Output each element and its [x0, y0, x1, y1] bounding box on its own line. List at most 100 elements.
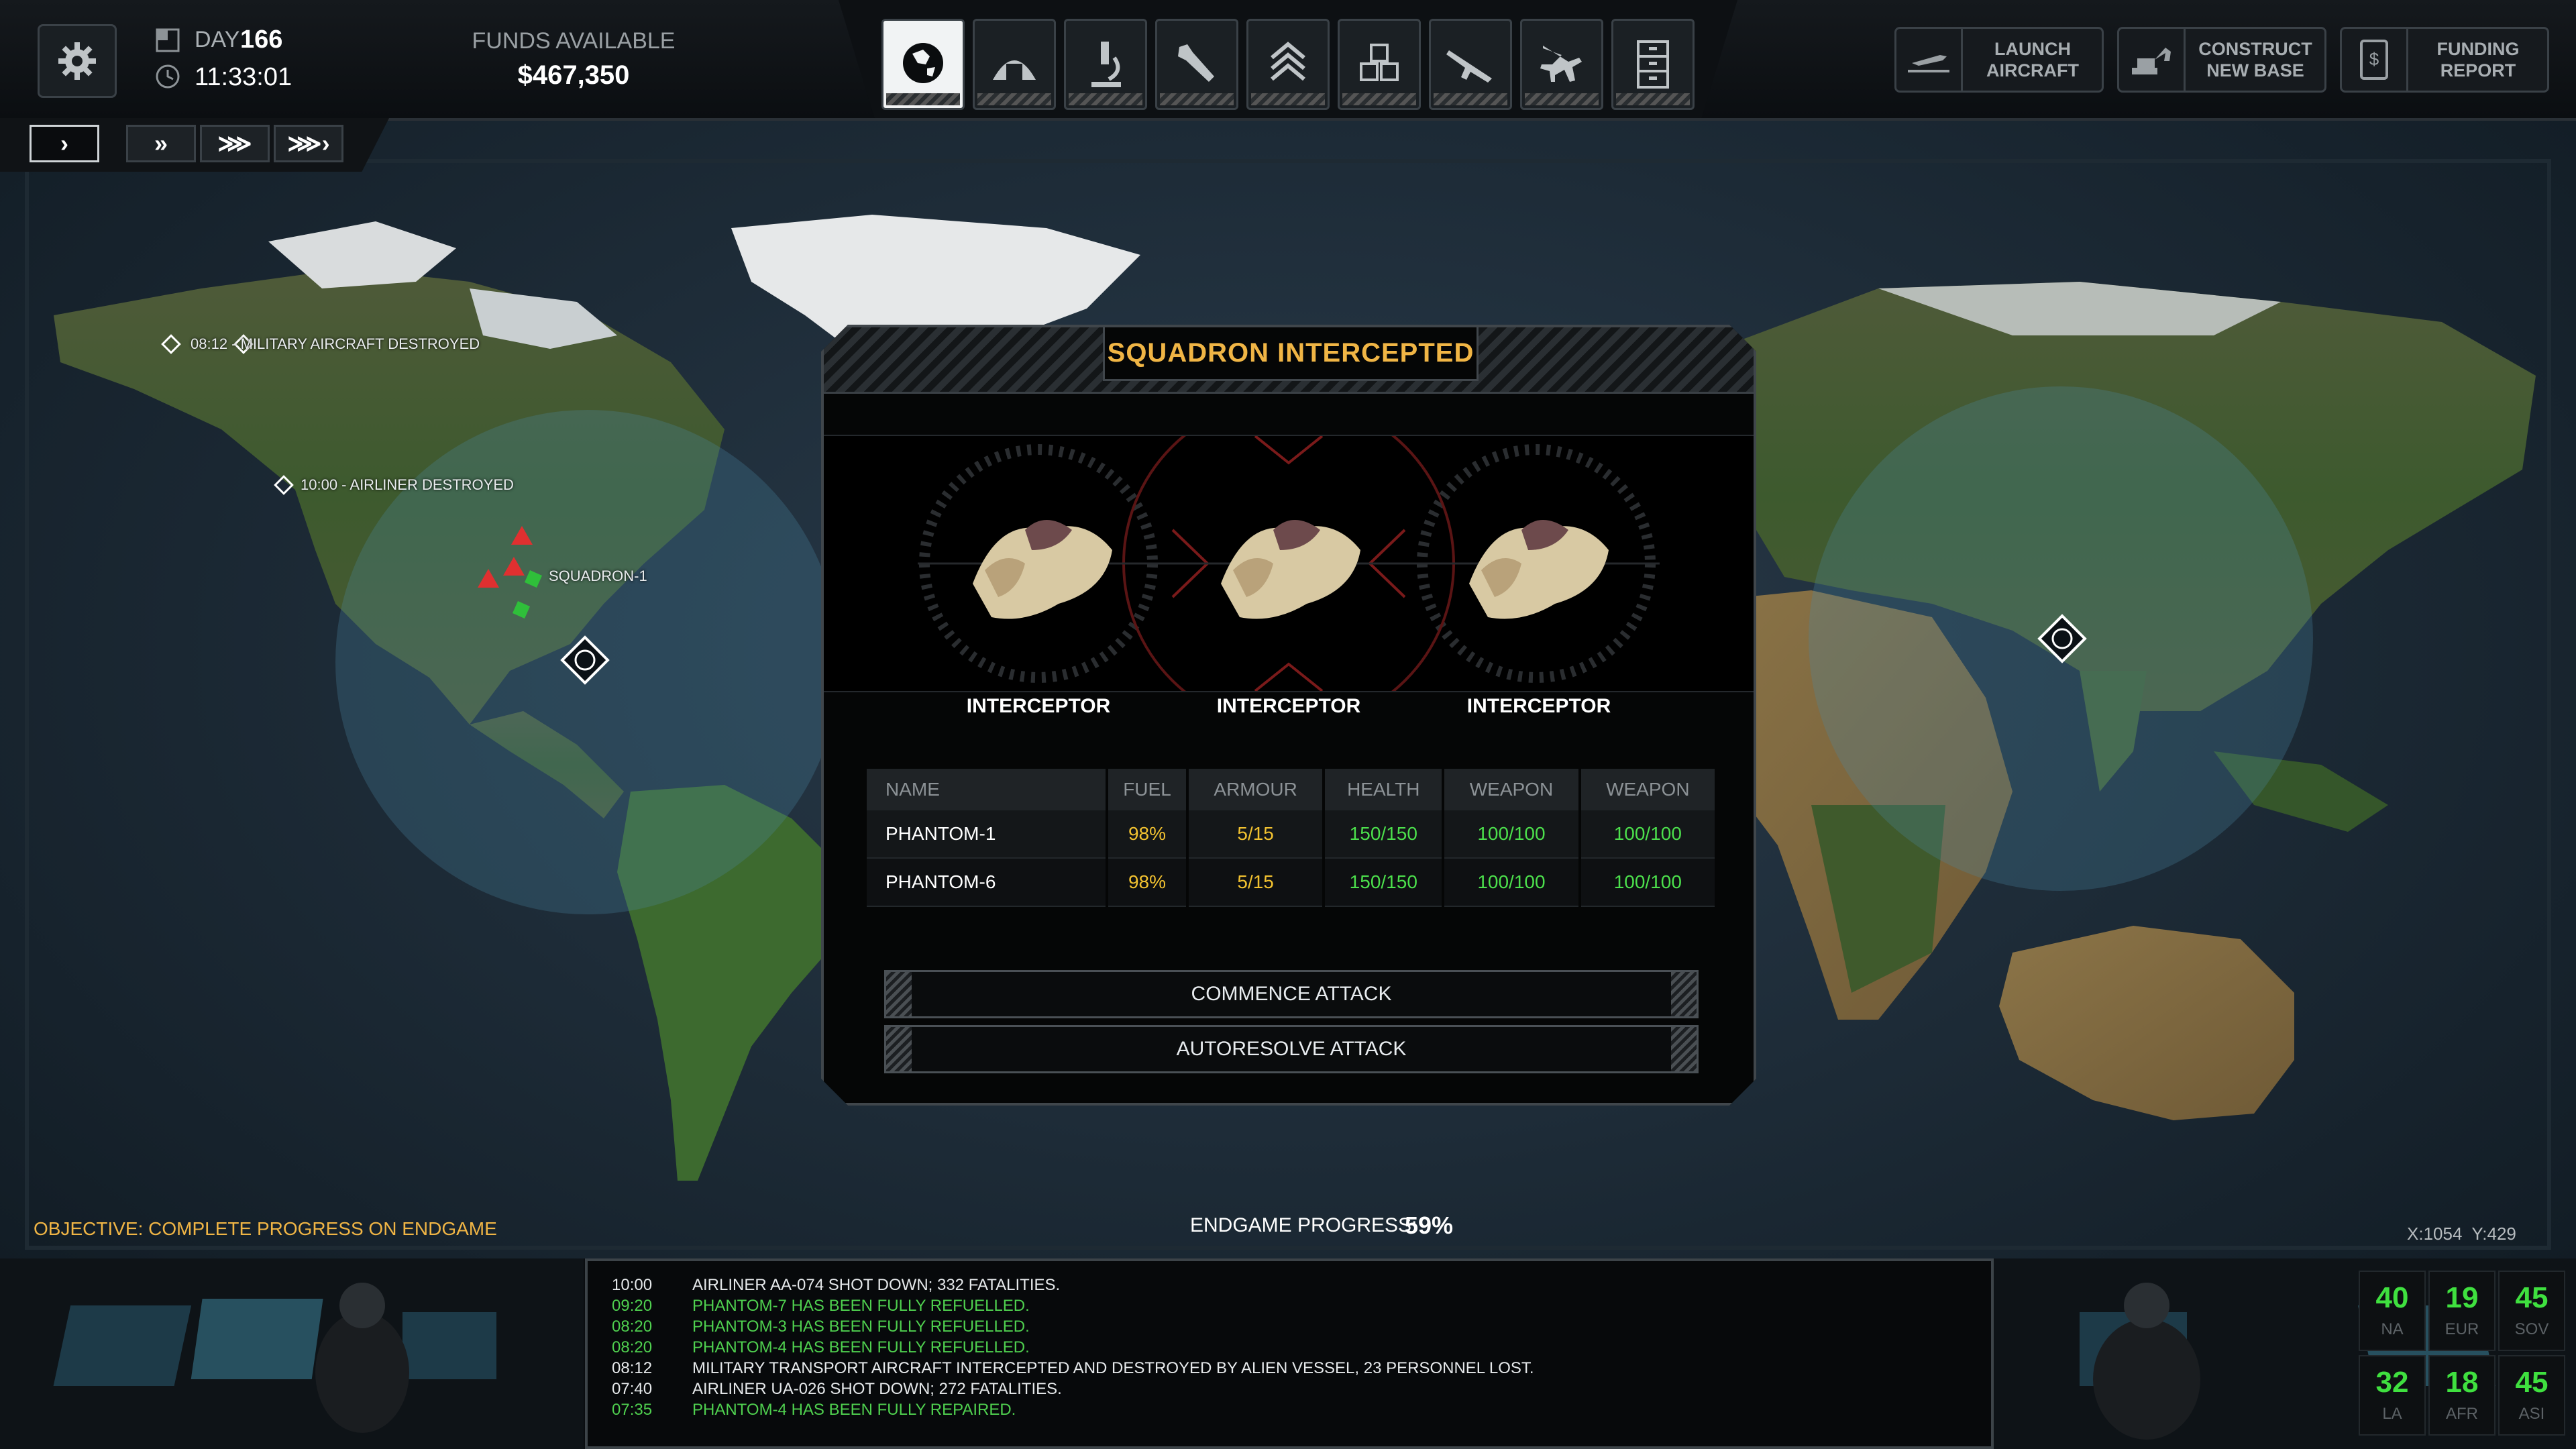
col-armour-header: ARMOUR: [1189, 769, 1322, 810]
log-entry: 07:40 AIRLINER UA-026 SHOT DOWN; 272 FATA…: [612, 1380, 1062, 1398]
panic-afr[interactable]: 18 AFR: [2428, 1355, 2496, 1436]
autoresolve-attack-button[interactable]: AUTORESOLVE ATTACK: [884, 1025, 1699, 1073]
time-value: 11:33:01: [195, 63, 292, 91]
panic-sov[interactable]: 45 SOV: [2498, 1271, 2565, 1351]
ufo-ship-3: [1469, 520, 1609, 619]
log-entry: 08:20 PHANTOM-3 HAS BEEN FULLY REFUELLED.: [612, 1318, 1030, 1336]
nav-engineering[interactable]: [1155, 19, 1238, 110]
unit-name-2: INTERCEPTOR: [1216, 695, 1361, 717]
endgame-progress-label: ENDGAME PROGRESS:: [1190, 1214, 1417, 1236]
day-value: 166: [240, 25, 283, 54]
gear-icon: [58, 42, 96, 80]
objective-text: OBJECTIVE: COMPLETE PROGRESS ON ENDGAME: [34, 1218, 497, 1239]
commence-attack-button[interactable]: COMMENCE ATTACK: [884, 970, 1699, 1018]
nav-base[interactable]: [973, 19, 1056, 110]
nav-aircraft[interactable]: [1520, 19, 1603, 110]
log-entry: 09:20 PHANTOM-7 HAS BEEN FULLY REFUELLED.: [612, 1297, 1030, 1315]
calendar-icon: [156, 28, 180, 52]
nav-research[interactable]: [1064, 19, 1147, 110]
speed-3-button[interactable]: ⋙: [200, 125, 270, 162]
chevron-rank-icon: [1271, 42, 1305, 81]
speed-1-button[interactable]: ›: [30, 125, 99, 162]
nav-equipment[interactable]: [1429, 19, 1512, 110]
jet-icon: [1540, 46, 1582, 82]
funding-report-label: FUNDING REPORT: [2436, 39, 2520, 80]
hangar-icon: [993, 60, 1036, 80]
dialog-title: SQUADRON INTERCEPTED: [1107, 338, 1474, 368]
log-entry: 07:35 PHANTOM-4 HAS BEEN FULLY REPAIRED.: [612, 1401, 1016, 1419]
col-fuel-header: FUEL: [1108, 769, 1186, 810]
event-label-military[interactable]: 08:12 - MILITARY AIRCRAFT DESTROYED: [191, 335, 480, 353]
armour-value: 5/15: [1189, 859, 1322, 907]
time-speed-controls: › » ⋙ ⋙›: [0, 118, 389, 172]
weapon1-value: 100/100: [1444, 810, 1578, 859]
table-row[interactable]: PHANTOM-6 98% 5/15 150/150 100/100 100/1…: [867, 859, 1715, 907]
construct-base-label: CONSTRUCT NEW BASE: [2198, 39, 2312, 80]
aircraft-name: PHANTOM-6: [867, 859, 1106, 907]
launch-aircraft-button[interactable]: LAUNCH AIRCRAFT: [1894, 27, 2104, 93]
health-value: 150/150: [1325, 859, 1442, 907]
col-weapon1-header: WEAPON: [1444, 769, 1578, 810]
armour-value: 5/15: [1189, 810, 1322, 859]
fuel-value: 98%: [1108, 810, 1186, 859]
autoresolve-attack-label: AUTORESOLVE ATTACK: [1176, 1038, 1407, 1060]
unit-name-3: INTERCEPTOR: [1466, 695, 1611, 717]
nav-stores[interactable]: [1338, 19, 1421, 110]
rifle-icon: [1446, 50, 1492, 83]
panic-asi[interactable]: 45 ASI: [2498, 1355, 2565, 1436]
panic-eur[interactable]: 19 EUR: [2428, 1271, 2496, 1351]
game-screen: 08:12 - MILITARY AIRCRAFT DESTROYED 10:0…: [0, 0, 2576, 1449]
event-label-airliner[interactable]: 10:00 - AIRLINER DESTROYED: [301, 476, 514, 494]
excavator-icon: [2119, 29, 2186, 91]
document-dollar-icon: $: [2342, 29, 2408, 91]
event-log[interactable]: 10:00 AIRLINER AA-074 SHOT DOWN; 332 FATA…: [585, 1258, 2565, 1449]
cursor-coordinates: X:1054 Y:429: [2407, 1224, 2516, 1244]
globe-icon: [903, 43, 943, 83]
weapon1-value: 100/100: [1444, 859, 1578, 907]
clock-icon: [156, 64, 180, 89]
weapon2-value: 100/100: [1581, 810, 1715, 859]
wrench-icon: [1178, 44, 1214, 82]
cabinet-icon: [1637, 40, 1669, 89]
log-entry: 10:00 AIRLINER AA-074 SHOT DOWN; 332 FATA…: [612, 1276, 1061, 1294]
squadron-intercepted-dialog: SQUADRON INTERCEPTED INTERCEPTOR INTERCE…: [821, 325, 1756, 1106]
crates-icon: [1360, 44, 1399, 81]
health-value: 150/150: [1325, 810, 1442, 859]
funds-label: FUNDS AVAILABLE: [472, 28, 676, 54]
panic-la[interactable]: 32 LA: [2359, 1355, 2426, 1436]
weapon2-value: 100/100: [1581, 859, 1715, 907]
commence-attack-label: COMMENCE ATTACK: [1191, 983, 1392, 1005]
microscope-icon: [1091, 42, 1121, 87]
main-nav: [839, 0, 1737, 118]
table-row[interactable]: PHANTOM-1 98% 5/15 150/150 100/100 100/1…: [867, 810, 1715, 859]
ufo-ship-1: [973, 520, 1112, 619]
panic-na[interactable]: 40 NA: [2359, 1271, 2426, 1351]
settings-button[interactable]: [38, 24, 117, 98]
log-entry: 08:20 PHANTOM-4 HAS BEEN FULLY REFUELLED.: [612, 1338, 1030, 1356]
col-weapon2-header: WEAPON: [1581, 769, 1715, 810]
speed-2-button[interactable]: »: [126, 125, 196, 162]
funding-report-button[interactable]: $ FUNDING REPORT: [2340, 27, 2549, 93]
launch-aircraft-label: LAUNCH AIRCRAFT: [1986, 39, 2079, 80]
top-bar: DAY 166 11:33:01 FUNDS AVAILABLE $467,35…: [0, 0, 2576, 121]
ufo-ship-2: [1221, 520, 1360, 619]
enemy-units-display: [824, 435, 1754, 692]
construct-base-button[interactable]: CONSTRUCT NEW BASE: [2117, 27, 2326, 93]
endgame-progress-value: 59%: [1405, 1212, 1454, 1239]
dialog-title-box: SQUADRON INTERCEPTED: [1103, 327, 1479, 381]
nav-soldiers[interactable]: [1246, 19, 1330, 110]
day-label: DAY: [195, 27, 240, 52]
squadron-stats-table: NAME FUEL ARMOUR HEALTH WEAPON WEAPON PH…: [864, 769, 1717, 907]
svg-text:$: $: [2369, 49, 2379, 69]
squadron-label[interactable]: SQUADRON-1: [549, 568, 647, 585]
col-name-header: NAME: [867, 769, 1106, 810]
log-entry: 08:12 MILITARY TRANSPORT AIRCRAFT INTERCE…: [612, 1359, 1534, 1377]
funds-value: $467,350: [517, 60, 630, 90]
aircraft-name: PHANTOM-1: [867, 810, 1106, 859]
nav-geoscape[interactable]: [881, 19, 965, 110]
col-health-header: HEALTH: [1325, 769, 1442, 810]
panic-levels: 40 NA 19 EUR 45 SOV 32 LA 18 AFR 45 ASI: [2359, 1271, 2573, 1442]
nav-archives[interactable]: [1611, 19, 1695, 110]
speed-4-button[interactable]: ⋙›: [274, 125, 343, 162]
table-header-row: NAME FUEL ARMOUR HEALTH WEAPON WEAPON: [867, 769, 1715, 810]
